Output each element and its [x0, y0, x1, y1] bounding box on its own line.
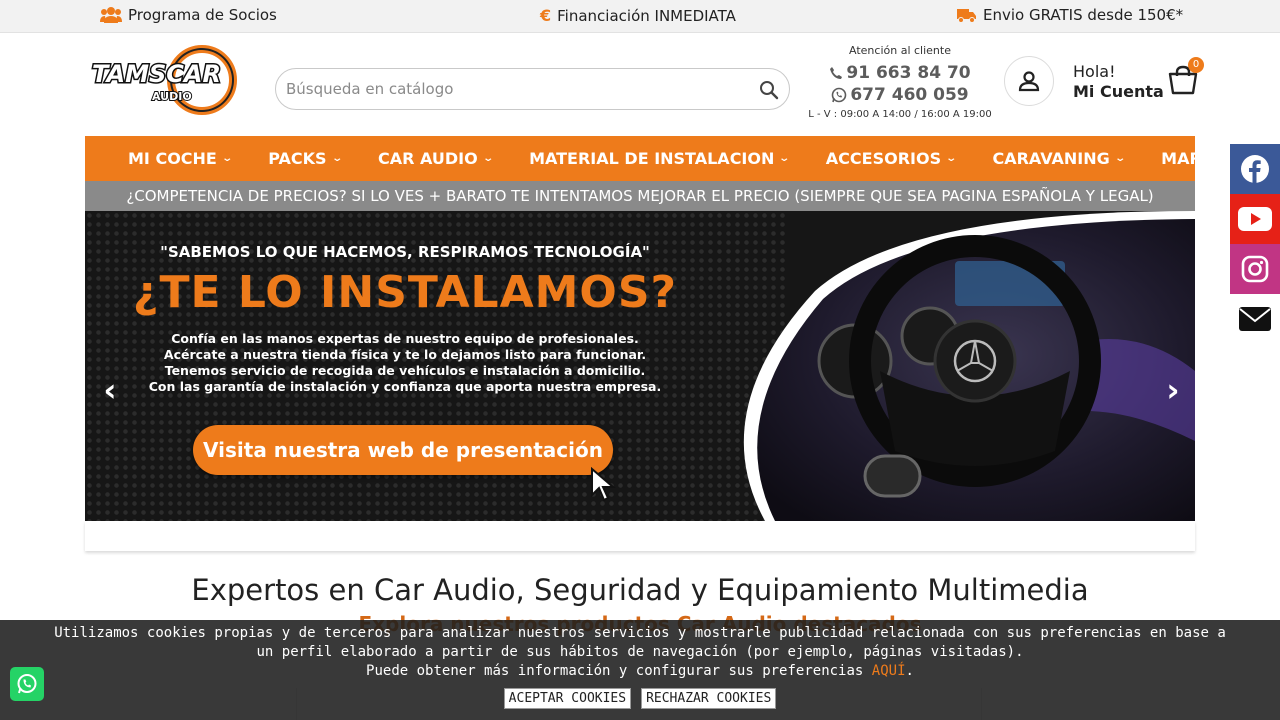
- financing-label: Financiación INMEDIATA: [557, 6, 736, 25]
- cookie-text-line: Utilizamos cookies propias y de terceros…: [54, 625, 1226, 641]
- slide-title: ¿TE LO INSTALAMOS?: [132, 267, 678, 318]
- account-greeting: Hola!: [1073, 62, 1116, 81]
- search-icon[interactable]: [759, 80, 779, 100]
- nav-item-caravaning[interactable]: CARAVANING ⌄: [992, 149, 1126, 168]
- nav-item-mi-coche[interactable]: MI COCHE ⌄: [128, 149, 233, 168]
- phone-link[interactable]: 91 663 84 70: [800, 63, 1000, 83]
- cookie-info-text: Puede obtener más información y configur…: [366, 663, 864, 679]
- reject-cookies-button[interactable]: RECHAZAR COOKIES: [641, 688, 777, 709]
- search-input[interactable]: [286, 78, 746, 100]
- users-icon: [100, 7, 122, 23]
- chevron-down-icon: ⌄: [221, 153, 233, 164]
- youtube-icon: [1238, 207, 1272, 231]
- cursor-pointer-icon: [591, 467, 616, 502]
- whatsapp-number: 677 460 059: [850, 85, 969, 105]
- customer-support: Atención al cliente 91 663 84 70 677 460…: [800, 44, 1000, 120]
- nav-label: CAR AUDIO: [377, 149, 478, 168]
- facebook-link[interactable]: [1230, 144, 1280, 194]
- cart-count-badge: 0: [1188, 57, 1204, 73]
- nav-label: MATERIAL DE INSTALACION: [529, 149, 775, 168]
- financing-link[interactable]: € Financiación INMEDIATA: [540, 6, 736, 25]
- nav-label: CARAVANING: [992, 149, 1110, 168]
- partners-program-link[interactable]: Programa de Socios: [100, 6, 277, 24]
- car-interior-photo: [743, 211, 1195, 521]
- main-navigation: MI COCHE ⌄ PACKS ⌄ CAR AUDIO ⌄ MATERIAL DE …: [85, 136, 1254, 181]
- logo-text: TAMSCAR: [92, 60, 221, 88]
- youtube-link[interactable]: [1230, 194, 1280, 244]
- site-logo[interactable]: TAMSCAR AUDIO: [90, 44, 240, 116]
- whatsapp-phone-link[interactable]: 677 460 059: [800, 85, 1000, 105]
- slide-quote: "SABEMOS LO QUE HACEMOS, RESPIRAMOS TECN…: [160, 243, 650, 261]
- logo-subtext: AUDIO: [152, 90, 192, 103]
- accept-cookies-button[interactable]: ACEPTAR COOKIES: [503, 688, 632, 709]
- partners-label: Programa de Socios: [128, 6, 277, 24]
- nav-label: MI COCHE: [128, 149, 217, 168]
- top-info-bar: Programa de Socios € Financiación INMEDI…: [0, 0, 1280, 33]
- nav-item-accesorios[interactable]: ACCESORIOS ⌄: [825, 149, 958, 168]
- slide-body-line: Confía en las manos expertas de nuestro …: [171, 331, 639, 346]
- search-box: [275, 68, 790, 110]
- support-label: Atención al cliente: [849, 44, 951, 57]
- account-label: Mi Cuenta: [1073, 82, 1164, 101]
- slide-body-line: Tenemos servicio de recogida de vehículo…: [164, 363, 646, 378]
- nav-label: PACKS: [268, 149, 327, 168]
- slide-body: Confía en las manos expertas de nuestro …: [125, 331, 685, 395]
- shipping-link[interactable]: Envio GRATIS desde 150€*: [957, 6, 1183, 24]
- chevron-down-icon: ⌄: [330, 153, 343, 164]
- email-link[interactable]: [1230, 294, 1280, 344]
- cookie-more-info-link[interactable]: AQUÍ: [872, 663, 906, 679]
- slide-body-line: Con las garantía de instalación y confia…: [148, 379, 662, 394]
- chevron-down-icon: ⌄: [1114, 153, 1126, 164]
- chevron-down-icon: ⌄: [778, 153, 791, 164]
- whatsapp-icon: [832, 87, 847, 103]
- instagram-link[interactable]: [1230, 244, 1280, 294]
- whatsapp-chat-button[interactable]: [10, 667, 44, 701]
- account-button[interactable]: [1004, 56, 1054, 106]
- whatsapp-icon: [17, 674, 37, 694]
- slide-body-line: Acércate a nuestra tienda física y te lo…: [163, 347, 647, 362]
- nav-item-packs[interactable]: PACKS ⌄: [268, 149, 343, 168]
- euro-icon: €: [540, 6, 552, 25]
- chevron-down-icon: ⌄: [945, 153, 958, 164]
- cookie-text-line: un perfil elaborado a partir de sus hábi…: [256, 644, 1024, 660]
- account-link[interactable]: Hola! Mi Cuenta: [1073, 62, 1164, 102]
- mail-icon: [1239, 307, 1271, 331]
- shipping-label: Envio GRATIS desde 150€*: [983, 6, 1184, 24]
- facebook-icon: [1241, 155, 1269, 183]
- page-heading: Expertos en Car Audio, Seguridad y Equip…: [191, 573, 1089, 607]
- nav-label: MARCAS: [1161, 149, 1238, 168]
- presentation-web-button[interactable]: Visita nuestra web de presentación: [193, 425, 613, 475]
- nav-label: ACCESORIOS: [825, 149, 942, 168]
- truck-icon: [957, 9, 976, 23]
- price-match-banner: ¿COMPETENCIA DE PRECIOS? SI LO VES + BAR…: [85, 181, 1195, 211]
- hero-slider: "SABEMOS LO QUE HACEMOS, RESPIRAMOS TECN…: [85, 211, 1195, 521]
- phone-icon: [830, 67, 843, 79]
- cookie-text-line: Puede obtener más información y configur…: [366, 663, 914, 679]
- cookie-consent-banner: Utilizamos cookies propias y de terceros…: [0, 620, 1280, 720]
- phone-number: 91 663 84 70: [846, 63, 971, 83]
- user-icon: [1018, 71, 1040, 92]
- slider-footer-strip: [85, 521, 1195, 551]
- instagram-icon: [1241, 255, 1269, 283]
- slider-next-arrow[interactable]: ›: [1158, 370, 1188, 410]
- slider-prev-arrow[interactable]: ‹: [95, 370, 125, 410]
- opening-hours: L - V : 09:00 A 14:00 / 16:00 A 19:00: [808, 109, 992, 120]
- chevron-down-icon: ⌄: [482, 153, 494, 164]
- nav-item-car-audio[interactable]: CAR AUDIO ⌄: [377, 149, 494, 168]
- nav-item-material-instalacion[interactable]: MATERIAL DE INSTALACION ⌄: [529, 149, 791, 168]
